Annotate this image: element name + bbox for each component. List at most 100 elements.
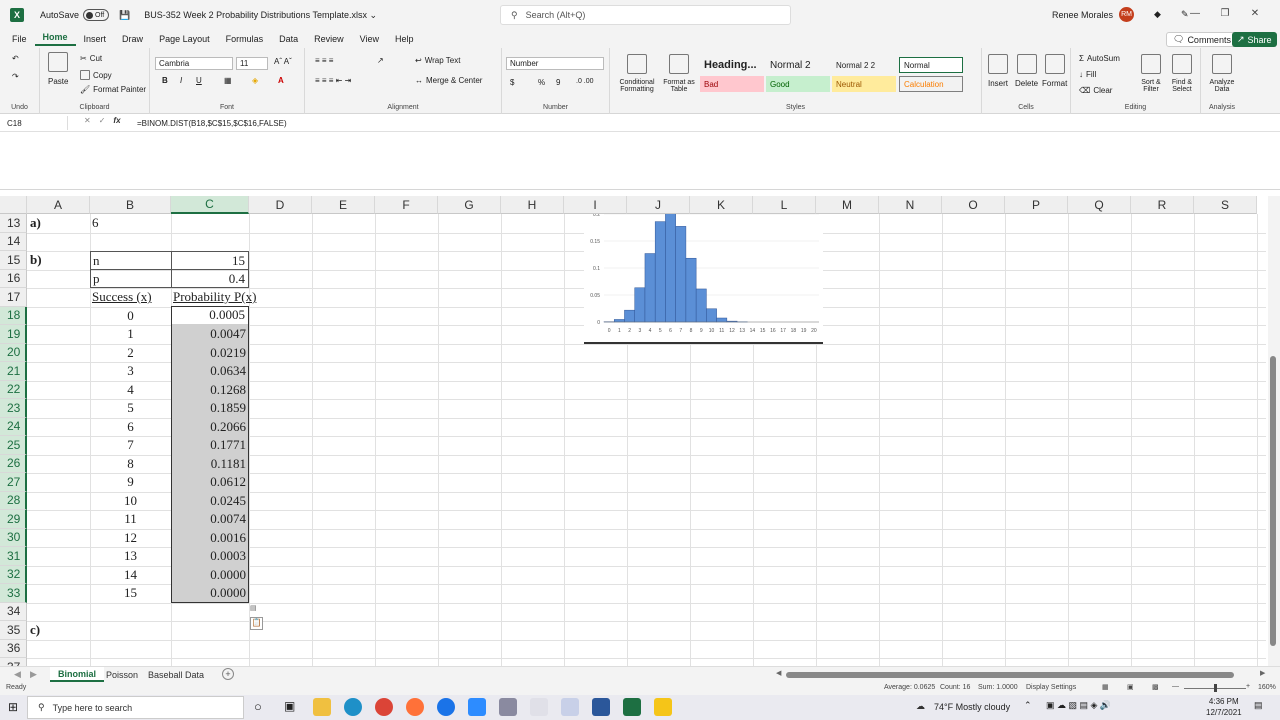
- p-value-cell[interactable]: 0.4: [171, 269, 249, 288]
- quick-analysis-icon[interactable]: ▤: [250, 604, 261, 613]
- chart-bar[interactable]: [665, 210, 676, 323]
- n-value-cell[interactable]: 15: [171, 251, 249, 270]
- success-value[interactable]: 3: [90, 362, 171, 380]
- font-color-icon[interactable]: A: [278, 76, 284, 85]
- column-header[interactable]: H: [501, 196, 564, 214]
- browser-icon[interactable]: [437, 698, 455, 716]
- underline-button[interactable]: U: [196, 76, 202, 85]
- task-view-icon[interactable]: ▣: [284, 699, 295, 713]
- column-header[interactable]: C: [171, 196, 249, 214]
- copy-button[interactable]: Copy: [80, 70, 112, 80]
- row-header[interactable]: 21: [0, 362, 27, 381]
- row-header[interactable]: 18: [0, 306, 27, 325]
- column-header[interactable]: A: [27, 196, 90, 214]
- row-header[interactable]: 34: [0, 602, 27, 621]
- binomial-chart[interactable]: 0 0.05 0.1 0.15 0.2 0 1 2 3 4 5 6 7 8 9 10 11 12 13 14 15 16 1…: [584, 210, 823, 344]
- probability-value[interactable]: 0.0074: [171, 510, 249, 528]
- style-bad[interactable]: Bad: [700, 76, 764, 92]
- undo-icon[interactable]: ↶: [12, 54, 19, 63]
- row-header[interactable]: 35: [0, 621, 27, 640]
- tray-chevron-icon[interactable]: ⌃: [1024, 700, 1032, 711]
- chart-bar[interactable]: [695, 288, 707, 323]
- search-box[interactable]: ⚲ Search (Alt+Q): [500, 5, 791, 25]
- percent-button[interactable]: %: [538, 78, 545, 87]
- currency-button[interactable]: $: [510, 78, 514, 87]
- column-header[interactable]: K: [690, 196, 753, 214]
- chart-bar[interactable]: [675, 226, 687, 323]
- chart-bar[interactable]: [644, 253, 656, 323]
- row-header[interactable]: 23: [0, 399, 27, 418]
- windows-start-icon[interactable]: ⊞: [8, 700, 18, 714]
- close-icon[interactable]: ✕: [1240, 8, 1270, 19]
- clock[interactable]: 4:36 PM 12/7/2021: [1206, 696, 1242, 718]
- share-button[interactable]: ↗ Share: [1232, 32, 1277, 47]
- probability-header[interactable]: Probability P(x): [173, 288, 256, 306]
- column-header[interactable]: R: [1131, 196, 1194, 214]
- column-header[interactable]: G: [438, 196, 501, 214]
- word-icon[interactable]: [592, 698, 610, 716]
- tab-baseball-data[interactable]: Baseball Data: [140, 667, 212, 682]
- find-select-button[interactable]: Find & Select: [1167, 54, 1197, 93]
- column-header[interactable]: Q: [1068, 196, 1131, 214]
- fill-button[interactable]: ↓ Fill: [1079, 70, 1096, 79]
- row-header[interactable]: 32: [0, 565, 27, 584]
- answer-a[interactable]: 6: [92, 214, 99, 232]
- prev-sheet-icon[interactable]: ◀: [14, 669, 21, 680]
- insert-cells-button[interactable]: Insert: [988, 54, 1008, 88]
- sort-filter-button[interactable]: Sort & Filter: [1137, 54, 1165, 93]
- taskbar-search[interactable]: ⚲ Type here to search: [27, 696, 244, 719]
- style-normal[interactable]: Normal: [899, 57, 963, 73]
- column-header[interactable]: B: [90, 196, 171, 214]
- status-average[interactable]: Average: 0.0625: [884, 684, 935, 691]
- tab-binomial[interactable]: Binomial: [50, 667, 105, 682]
- select-all[interactable]: [0, 196, 27, 214]
- vertical-scrollbar[interactable]: [1268, 196, 1280, 666]
- minimize-icon[interactable]: —: [1180, 8, 1210, 19]
- success-value[interactable]: 9: [90, 473, 171, 491]
- bold-button[interactable]: B: [162, 76, 168, 85]
- probability-value[interactable]: 0.0016: [171, 529, 249, 547]
- probability-value[interactable]: 0.0634: [171, 362, 249, 380]
- success-value[interactable]: 10: [90, 492, 171, 510]
- format-painter-button[interactable]: 🖌 Format Painter: [80, 85, 146, 94]
- file-name[interactable]: BUS-352 Week 2 Probability Distributions…: [144, 10, 377, 21]
- menu-view[interactable]: View: [352, 34, 387, 44]
- chart-bar[interactable]: [624, 309, 635, 323]
- menu-data[interactable]: Data: [271, 34, 306, 44]
- row-header[interactable]: 27: [0, 473, 27, 492]
- success-value[interactable]: 6: [90, 418, 171, 436]
- app-icon[interactable]: [561, 698, 579, 716]
- worksheet-grid[interactable]: A B C D E F G H I J K L M N O P Q R S 13…: [0, 196, 1266, 666]
- success-value[interactable]: 1: [90, 325, 171, 343]
- row-header[interactable]: 36: [0, 639, 27, 658]
- success-value[interactable]: 2: [90, 344, 171, 362]
- row-header[interactable]: 24: [0, 417, 27, 436]
- success-header[interactable]: Success (x): [92, 288, 152, 306]
- comments-button[interactable]: 🗨 Comments: [1166, 32, 1238, 47]
- probability-value[interactable]: 0.0000: [171, 566, 249, 584]
- row-header[interactable]: 17: [0, 288, 27, 307]
- vertical-scroll-thumb[interactable]: [1270, 356, 1276, 646]
- restore-icon[interactable]: ❐: [1210, 8, 1240, 19]
- app-icon[interactable]: [654, 698, 672, 716]
- italic-button[interactable]: I: [180, 76, 182, 85]
- success-value[interactable]: 8: [90, 455, 171, 473]
- chart-bar[interactable]: [654, 221, 666, 323]
- column-header[interactable]: S: [1194, 196, 1257, 214]
- probability-value[interactable]: 0.1771: [171, 436, 249, 454]
- probability-value[interactable]: 0.1181: [171, 455, 249, 473]
- success-value[interactable]: 15: [90, 584, 171, 602]
- column-header[interactable]: P: [1005, 196, 1068, 214]
- save-icon[interactable]: 💾: [119, 10, 130, 21]
- style-calculation[interactable]: Calculation: [899, 76, 963, 92]
- chart-bar[interactable]: [706, 308, 717, 323]
- name-box[interactable]: C18: [4, 116, 68, 130]
- row-header[interactable]: 19: [0, 325, 27, 344]
- column-header[interactable]: D: [249, 196, 312, 214]
- normal-view-icon[interactable]: ▦: [1102, 683, 1109, 691]
- row-header[interactable]: 25: [0, 436, 27, 455]
- wrap-text-button[interactable]: ↩ Wrap Text: [415, 56, 460, 65]
- style-heading[interactable]: Heading...: [700, 57, 764, 73]
- clear-button[interactable]: ⌫ Clear: [1079, 86, 1112, 95]
- zoom-app-icon[interactable]: [468, 698, 486, 716]
